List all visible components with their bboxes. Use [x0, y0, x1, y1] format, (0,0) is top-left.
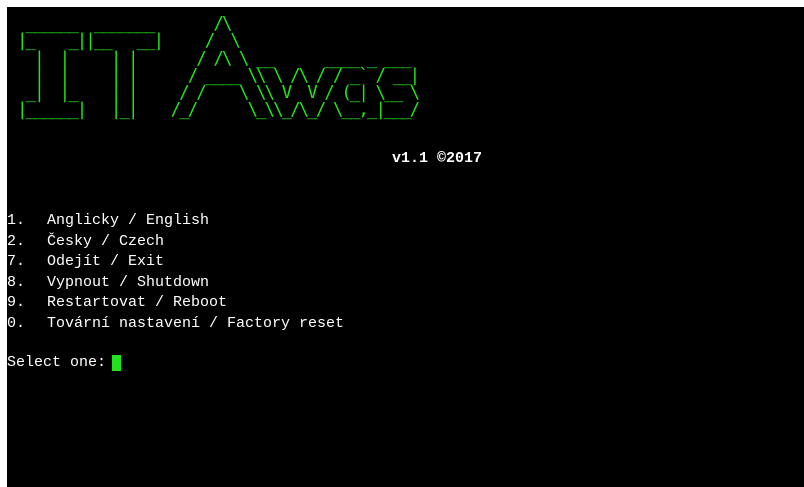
menu-item-label: Restartovat / Reboot [47, 294, 228, 311]
terminal-window: ______ _______ /\ |_ _||__ __| / \ | | |… [7, 7, 804, 487]
menu-item-czech[interactable]: 2. Česky / Czech [7, 232, 344, 253]
menu-item-key: 1. [7, 212, 26, 229]
version-label: v1.1 ©2017 [392, 150, 483, 167]
menu-item-key: 8. [7, 273, 26, 291]
menu-item-label: Tovární nastavení / Factory reset [47, 314, 345, 332]
menu-item-key: 9. [7, 294, 26, 311]
menu-item-reboot[interactable]: 9. Restartovat / Reboot [7, 293, 344, 314]
menu-item-label: Česky / Czech [47, 232, 165, 250]
ascii-logo: ______ _______ /\ |_ _||__ __| / \ | | |… [17, 15, 420, 121]
menu-item-factory-reset[interactable]: 0. Tovární nastavení / Factory reset [7, 314, 344, 335]
menu-item-label: Anglicky / English [47, 212, 210, 229]
menu-item-key: 0. [7, 314, 26, 332]
command-prompt[interactable]: Select one: [7, 353, 122, 373]
prompt-label: Select one: [7, 354, 107, 371]
main-menu: 1. Anglicky / English 2. Česky / Czech 7. O… [7, 211, 344, 334]
text-cursor [112, 355, 122, 371]
menu-item-key: 7. [7, 253, 26, 270]
menu-item-exit[interactable]: 7. Odejít / Exit [7, 252, 344, 273]
ascii-logo-line: |______| |_| /_/ \_\\_/\_/ \__,_|___/ [17, 100, 420, 121]
menu-item-key: 2. [7, 232, 26, 250]
menu-item-shutdown[interactable]: 8. Vypnout / Shutdown [7, 273, 344, 294]
menu-item-label: Odejít / Exit [47, 253, 165, 270]
menu-item-label: Vypnout / Shutdown [47, 273, 210, 291]
menu-item-english[interactable]: 1. Anglicky / English [7, 211, 344, 232]
